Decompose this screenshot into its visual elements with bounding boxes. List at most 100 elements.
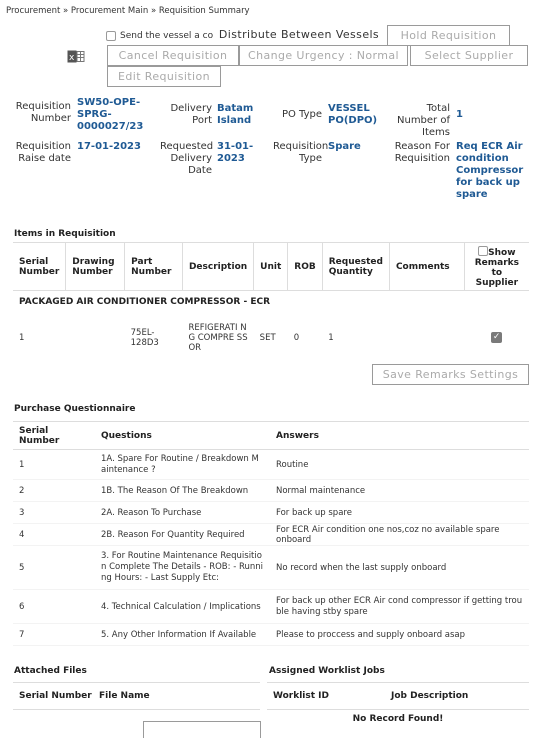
questionnaire-header-row: Serial Number Questions Answers bbox=[13, 421, 529, 450]
raise-date-label: Requisition Raise date bbox=[15, 141, 71, 164]
item-comments[interactable] bbox=[389, 313, 464, 363]
questionnaire-table: Serial Number Questions Answers 1 1A. Spa… bbox=[13, 421, 529, 646]
pq-answer: For back up other ECR Air cond compresso… bbox=[270, 589, 529, 624]
worklist-title: Assigned Worklist Jobs bbox=[269, 666, 385, 676]
col-part: Part Number bbox=[124, 242, 183, 291]
po-type-value: VESSEL PO(DPO) bbox=[328, 103, 378, 126]
send-copy-label: Send the vessel a copy bbox=[120, 30, 225, 41]
worklist-col-id: Worklist ID bbox=[273, 691, 329, 701]
pq-answer: For back up spare bbox=[270, 501, 529, 524]
po-type-label: PO Type bbox=[281, 109, 322, 120]
item-quantity: 1 bbox=[328, 332, 334, 343]
items-header-row: Serial Number Drawing Number Part Number… bbox=[13, 242, 529, 291]
worklist-col-description: Job Description bbox=[391, 691, 469, 701]
requested-delivery-label: Requested Delivery Date bbox=[160, 141, 214, 176]
pq-question: 3. For Routine Maintenance Requisition C… bbox=[95, 545, 270, 590]
pq-serial: 5 bbox=[13, 545, 95, 590]
upload-button[interactable] bbox=[143, 721, 261, 738]
hold-requisition-button[interactable]: Hold Requisition bbox=[387, 25, 510, 46]
breadcrumb-procurement-main[interactable]: Procurement Main bbox=[71, 6, 148, 16]
requisition-number-value: SW50-OPE-SPRG-0000027/23 bbox=[77, 97, 144, 132]
excel-export-icon[interactable]: x bbox=[67, 50, 85, 63]
total-items-value: 1 bbox=[456, 109, 463, 120]
worklist-header: Worklist ID Job Description bbox=[267, 682, 529, 710]
item-group-row: PACKAGED AIR CONDITIONER COMPRESSOR - EC… bbox=[13, 291, 529, 313]
requisition-type-value: Spare bbox=[328, 141, 361, 152]
requisition-number-label: Requisition Number bbox=[15, 101, 71, 124]
show-remarks-checkbox[interactable]: ✓ bbox=[491, 332, 503, 343]
send-copy-checkbox[interactable] bbox=[106, 30, 116, 41]
table-row: 3 2A. Reason To Purchase For back up spare bbox=[13, 501, 529, 524]
attached-files-header: Serial Number File Name bbox=[13, 682, 260, 710]
item-serial: 1 bbox=[19, 332, 25, 343]
show-remarks-all-checkbox[interactable] bbox=[478, 245, 489, 256]
breadcrumb-separator: » bbox=[150, 6, 157, 16]
items-table: Serial Number Drawing Number Part Number… bbox=[13, 242, 529, 363]
pq-question: 2B. Reason For Quantity Required bbox=[95, 523, 270, 546]
pq-question: 1A. Spare For Routine / Breakdown Mainte… bbox=[95, 449, 270, 480]
pq-serial: 1 bbox=[13, 449, 95, 480]
attached-col-serial: Serial Number bbox=[19, 691, 92, 701]
pq-answer: For ECR Air condition one nos,coz no ava… bbox=[270, 523, 529, 546]
requisition-type-label: Requisition Type bbox=[273, 141, 329, 164]
table-row: 4 2B. Reason For Quantity Required For ECR… bbox=[13, 523, 529, 546]
col-description: Description bbox=[182, 242, 255, 291]
col-rob: ROB bbox=[287, 242, 323, 291]
item-unit: SET bbox=[259, 332, 276, 343]
change-urgency-button[interactable]: Change Urgency : Normal bbox=[239, 45, 408, 66]
delivery-port-value: Batam Island bbox=[217, 103, 254, 126]
total-items-label: Total Number of Items bbox=[397, 103, 450, 138]
pq-question: 1B. The Reason Of The Breakdown bbox=[95, 479, 270, 502]
requested-delivery-value: 31-01-2023 bbox=[217, 141, 254, 164]
save-remarks-settings-button[interactable]: Save Remarks Settings bbox=[372, 364, 529, 385]
pq-serial: 6 bbox=[13, 589, 95, 624]
cancel-requisition-button[interactable]: Cancel Requisition bbox=[107, 45, 239, 66]
item-part: 75EL-128D3 bbox=[130, 327, 159, 348]
pq-serial: 2 bbox=[13, 479, 95, 502]
col-requested-quantity: Requested Quantity bbox=[322, 242, 390, 291]
pq-answer: Please to proccess and supply onboard as… bbox=[270, 623, 529, 646]
delivery-port-label: Delivery Port bbox=[170, 103, 212, 126]
col-drawing: Drawing Number bbox=[65, 242, 126, 291]
pq-col-serial: Serial Number bbox=[13, 421, 95, 450]
pq-serial: 3 bbox=[13, 501, 95, 524]
worklist-empty-message: No Record Found! bbox=[352, 714, 444, 724]
item-show-remarks-cell: ✓ bbox=[464, 313, 529, 363]
item-rob: 0 bbox=[293, 332, 300, 343]
attached-col-file: File Name bbox=[99, 691, 150, 701]
col-comments: Comments bbox=[389, 242, 465, 291]
pq-question: 4. Technical Calculation / Implications bbox=[95, 589, 270, 624]
table-row: 5 3. For Routine Maintenance Requisition … bbox=[13, 545, 529, 590]
questionnaire-title: Purchase Questionnaire bbox=[14, 404, 136, 414]
send-copy-option[interactable]: Send the vessel a copy bbox=[106, 26, 224, 45]
pq-serial: 4 bbox=[13, 523, 95, 546]
item-group-title: PACKAGED AIR CONDITIONER COMPRESSOR - EC… bbox=[19, 296, 270, 307]
item-drawing bbox=[66, 313, 125, 363]
item-description: REFIGERATI NG COMPRE SSOR bbox=[188, 322, 248, 353]
attached-files-title: Attached Files bbox=[14, 666, 87, 676]
breadcrumb-requisition-summary: Requisition Summary bbox=[158, 6, 250, 16]
select-supplier-button[interactable]: Select Supplier bbox=[410, 45, 528, 66]
reason-value: Req ECR Air condition Compressor for bac… bbox=[456, 141, 524, 200]
edit-requisition-button[interactable]: Edit Requisition bbox=[107, 66, 221, 87]
table-row: 6 4. Technical Calculation / Implications… bbox=[13, 589, 529, 624]
pq-col-answer: Answers bbox=[270, 421, 529, 450]
raise-date-value: 17-01-2023 bbox=[77, 141, 141, 152]
pq-serial: 7 bbox=[13, 623, 95, 646]
svg-text:x: x bbox=[69, 53, 75, 63]
pq-answer: Normal maintenance bbox=[270, 479, 529, 502]
pq-question: 2A. Reason To Purchase bbox=[95, 501, 270, 524]
table-row: 1 75EL-128D3 REFIGERATI NG COMPRE SSOR S… bbox=[13, 313, 529, 363]
distribute-between-vessels-button[interactable]: Distribute Between Vessels bbox=[213, 25, 385, 46]
breadcrumb-separator: » bbox=[63, 6, 69, 16]
col-unit: Unit bbox=[253, 242, 289, 291]
table-row: 7 5. Any Other Information If Available Pl… bbox=[13, 623, 529, 646]
items-section-title: Items in Requisition bbox=[14, 229, 116, 239]
reason-label: Reason For Requisition bbox=[394, 141, 450, 164]
pq-col-question: Questions bbox=[95, 421, 270, 450]
breadcrumb-procurement[interactable]: Procurement bbox=[6, 6, 60, 16]
pq-answer: No record when the last supply onboard bbox=[270, 545, 529, 590]
table-row: 1 1A. Spare For Routine / Breakdown Maint… bbox=[13, 449, 529, 480]
pq-answer: Routine bbox=[270, 449, 529, 480]
breadcrumb: Procurement » Procurement Main » Requisi… bbox=[6, 6, 250, 16]
